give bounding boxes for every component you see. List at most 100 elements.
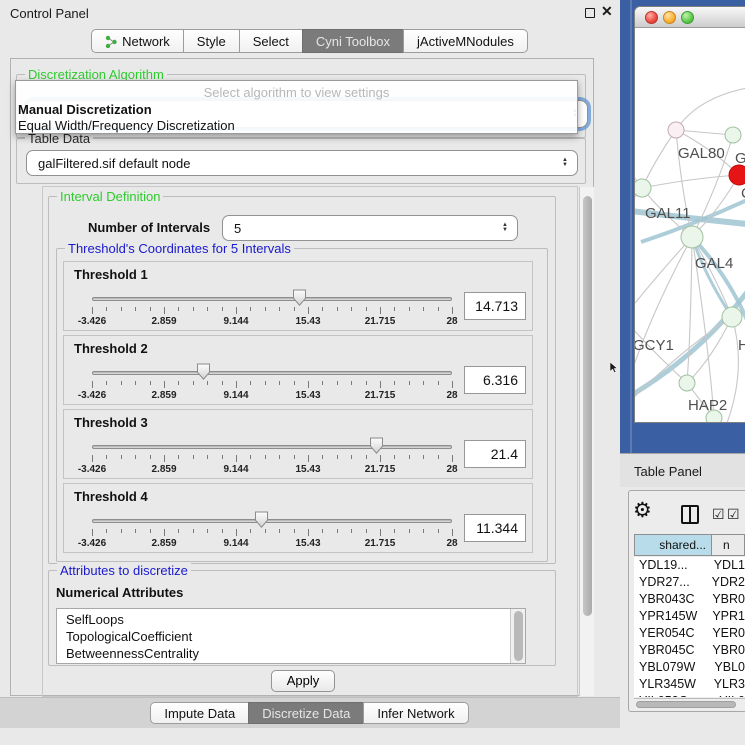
number-of-intervals-value: 5 [234, 221, 241, 236]
tab-jactivemnodules[interactable]: jActiveMNodules [403, 29, 528, 53]
attribute-item[interactable]: SelfLoops [57, 611, 525, 628]
table-row[interactable]: YPR145WYPR1 [634, 608, 745, 625]
threshold-panel: Threshold 2 -3.4262.8599.14415.4321.7152… [63, 335, 533, 405]
tab-label: jActiveMNodules [417, 34, 514, 49]
scrollbar-thumb[interactable] [636, 701, 736, 708]
threshold-label: Threshold 4 [74, 489, 148, 504]
bottom-tab-strip: Impute Data Discretize Data Infer Networ… [0, 697, 620, 728]
number-of-intervals-label: Number of Intervals [88, 220, 210, 235]
slider-track[interactable] [92, 519, 452, 523]
network-node-gal11[interactable] [635, 179, 651, 197]
frame-highlight [630, 0, 632, 454]
table-row[interactable]: YER054CYER0 [634, 625, 745, 642]
threshold-value-field[interactable]: 14.713 [464, 292, 526, 320]
tab-select[interactable]: Select [239, 29, 303, 53]
slider-thumb[interactable] [369, 437, 384, 454]
vertical-scrollbar[interactable] [579, 187, 594, 696]
table-row[interactable]: YBR043CYBR0 [634, 591, 745, 608]
scrollbar-thumb[interactable] [514, 611, 523, 661]
tab-infer-network[interactable]: Infer Network [363, 702, 468, 724]
table-row[interactable]: YBR045CYBR0 [634, 642, 745, 659]
attribute-item[interactable]: BetweennessCentrality [57, 645, 525, 662]
thresholds-group-label: Threshold's Coordinates for 5 Intervals [65, 241, 294, 256]
option-manual-discretization[interactable]: Manual Discretization [18, 102, 152, 117]
attribute-item[interactable]: TopologicalCoefficient [57, 628, 525, 645]
node-label-hap2: HAP2 [688, 397, 727, 414]
threshold-slider[interactable]: -3.4262.8599.14415.4321.71528 [92, 360, 452, 406]
threshold-label: Threshold 3 [74, 415, 148, 430]
close-traffic-light[interactable] [645, 11, 658, 24]
table-row[interactable]: YLR345WYLR3 [634, 676, 745, 693]
network-node-hap2[interactable] [679, 375, 695, 391]
threshold-slider[interactable]: -3.4262.8599.14415.4321.71528 [92, 286, 452, 332]
table-data-combobox[interactable]: galFiltered.sif default node ▲▼ [26, 150, 578, 176]
checkbox-icon[interactable]: ☑ [727, 506, 740, 523]
slider-thumb[interactable] [292, 289, 307, 306]
slider-thumb[interactable] [254, 511, 269, 528]
network-window-titlebar[interactable] [635, 7, 745, 28]
close-icon[interactable]: ✕ [601, 3, 613, 20]
slider-track[interactable] [92, 371, 452, 375]
threshold-value-field[interactable]: 6.316 [464, 366, 526, 394]
tab-impute-data[interactable]: Impute Data [150, 702, 249, 724]
node-label-partial: GA [735, 150, 745, 167]
slider-track[interactable] [92, 445, 452, 449]
network-view-window: GAL80 GA C GAL11 GAL4 GCY1 H HAP2 [634, 6, 745, 423]
tab-network[interactable]: Network [91, 29, 184, 53]
slider-track[interactable] [92, 297, 452, 301]
float-window-icon[interactable] [585, 8, 595, 18]
slider-ticks [92, 455, 452, 463]
column-header-shared[interactable]: shared... [634, 534, 712, 556]
tab-label: Impute Data [164, 706, 235, 721]
slider-ticks [92, 307, 452, 315]
gear-icon[interactable]: ⚙ [633, 500, 652, 521]
checkbox-icon[interactable]: ☑ [712, 506, 725, 523]
list-scrollbar[interactable] [510, 609, 525, 663]
option-equal-width-frequency[interactable]: Equal Width/Frequency Discretization [18, 118, 235, 133]
numerical-attributes-listbox[interactable]: SelfLoopsTopologicalCoefficientBetweenne… [56, 608, 526, 664]
top-tab-bar: Network Style Select Cyni Toolbox jActiv… [0, 29, 620, 53]
slider-thumb[interactable] [196, 363, 211, 380]
network-canvas[interactable]: GAL80 GA C GAL11 GAL4 GCY1 H HAP2 [635, 28, 745, 422]
bottom-tab-bar: Impute Data Discretize Data Infer Networ… [0, 702, 620, 724]
threshold-value-field[interactable]: 11.344 [464, 514, 526, 542]
network-node-selected-red[interactable] [729, 165, 745, 185]
numerical-attributes-label: Numerical Attributes [56, 585, 183, 600]
stepper-arrows-icon: ▲▼ [502, 223, 508, 233]
threshold-label: Threshold 1 [74, 267, 148, 282]
stepper-arrows-icon: ▲▼ [562, 158, 568, 168]
thresholds-group: Threshold's Coordinates for 5 Intervals … [56, 248, 548, 562]
apply-button[interactable]: Apply [271, 670, 335, 692]
node-label-gcy1: GCY1 [635, 337, 674, 354]
column-header-name[interactable]: n [712, 534, 745, 556]
tab-style[interactable]: Style [183, 29, 240, 53]
split-view-icon[interactable] [681, 505, 699, 524]
network-node-gal4[interactable] [681, 226, 703, 248]
slider-ticks [92, 381, 452, 389]
network-graph: GAL80 GA C GAL11 GAL4 GCY1 H HAP2 [635, 28, 745, 422]
tab-label: Infer Network [377, 706, 454, 721]
table-row[interactable]: YIL052CYIL0 [634, 693, 745, 697]
table-row[interactable]: YDR27...YDR2 [634, 574, 745, 591]
threshold-slider[interactable]: -3.4262.8599.14415.4321.71528 [92, 434, 452, 480]
network-node-gal80[interactable] [668, 122, 684, 138]
node-label-gal4: GAL4 [695, 255, 733, 272]
threshold-value-field[interactable]: 21.4 [464, 440, 526, 468]
tab-discretize-data[interactable]: Discretize Data [248, 702, 364, 724]
numerical-attributes-list: SelfLoopsTopologicalCoefficientBetweenne… [57, 611, 525, 662]
network-node-h[interactable] [722, 307, 742, 327]
scrollbar-thumb[interactable] [583, 196, 592, 616]
threshold-slider[interactable]: -3.4262.8599.14415.4321.71528 [92, 508, 452, 554]
zoom-traffic-light[interactable] [681, 11, 694, 24]
tab-cyni-toolbox[interactable]: Cyni Toolbox [302, 29, 404, 53]
minimize-traffic-light[interactable] [663, 11, 676, 24]
threshold-panel: Threshold 3 -3.4262.8599.14415.4321.7152… [63, 409, 533, 479]
table-row[interactable]: YBL079WYBL0 [634, 659, 745, 676]
threshold-panel: Threshold 4 -3.4262.8599.14415.4321.7152… [63, 483, 533, 553]
horizontal-scrollbar[interactable] [634, 698, 745, 709]
network-icon [105, 35, 117, 48]
number-of-intervals-combobox[interactable]: 5 ▲▼ [222, 215, 518, 241]
table-row[interactable]: YDL19...YDL1 [634, 557, 745, 574]
network-node[interactable] [725, 127, 741, 143]
threshold-panel: Threshold 1 -3.4262.8599.14415.4321.7152… [63, 261, 533, 331]
